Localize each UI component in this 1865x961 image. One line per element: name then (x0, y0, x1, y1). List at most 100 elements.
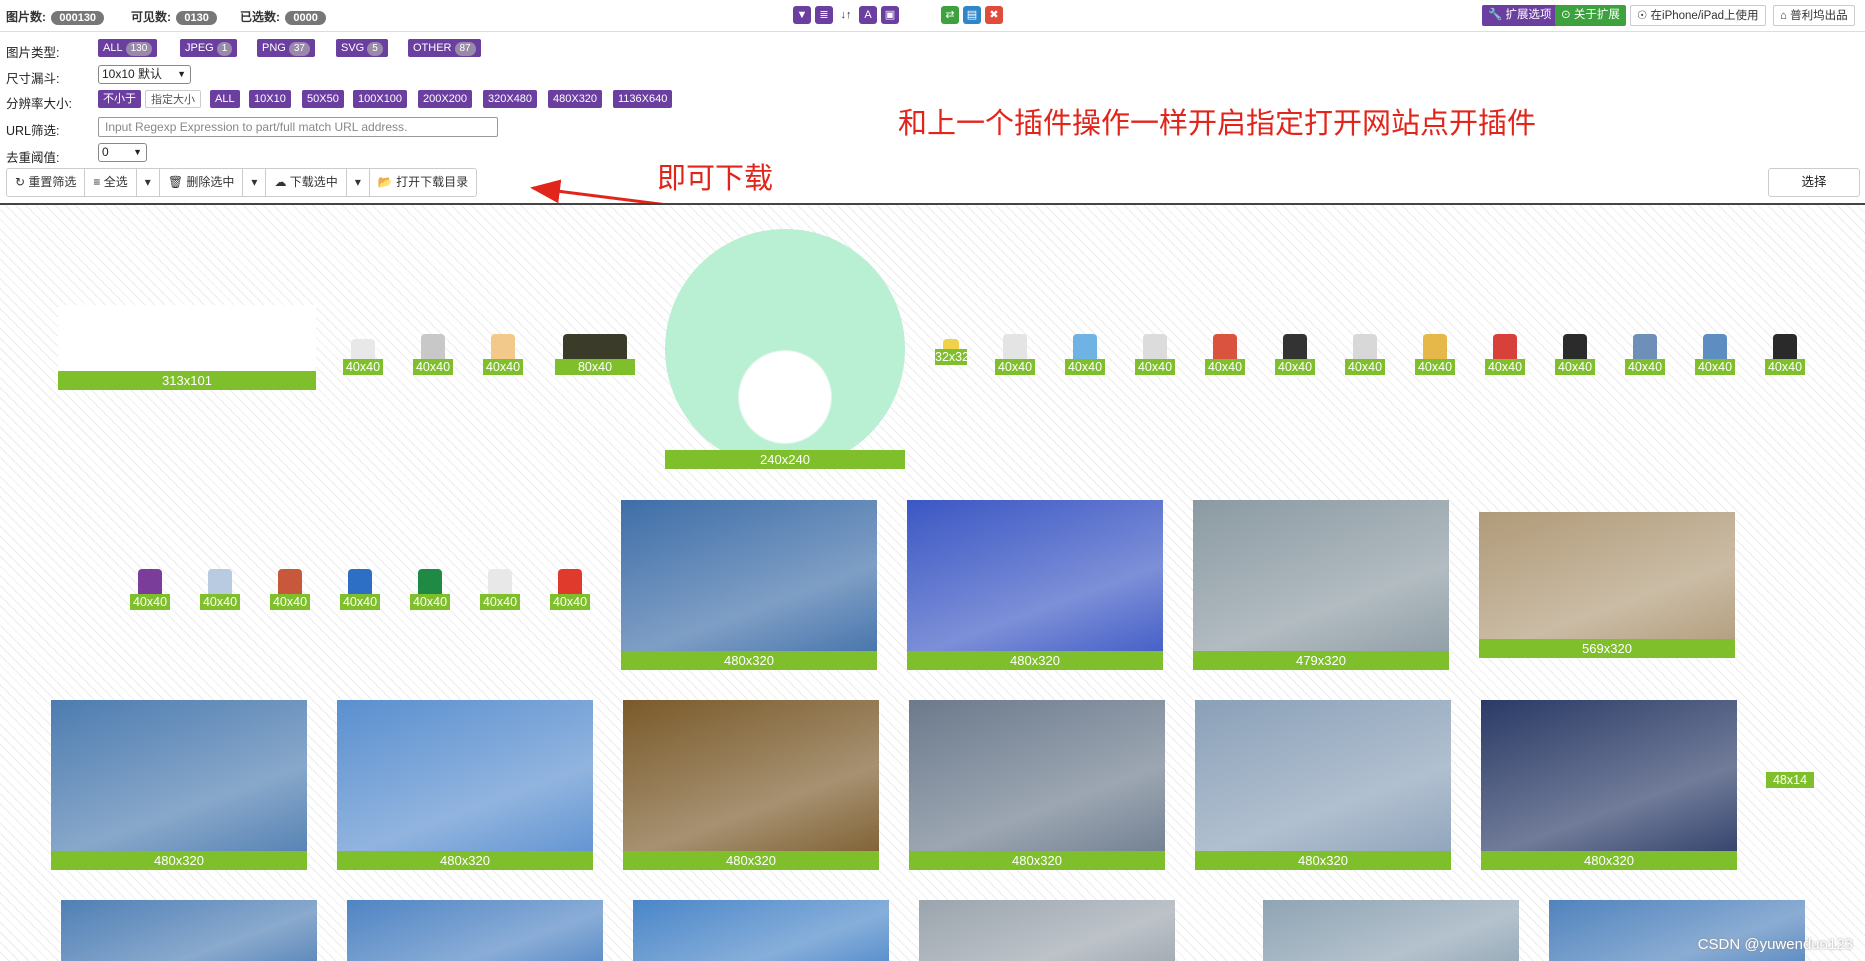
res-option-50x50[interactable]: 50X50 (302, 90, 344, 108)
swap-icon[interactable]: ⇄ (941, 6, 959, 24)
select-all-button[interactable]: ≡ 全选 (85, 169, 137, 196)
cart-icon[interactable]: 40x40 (1135, 330, 1175, 375)
landscape-icon[interactable]: 40x40 (1065, 330, 1105, 375)
clapper-icon[interactable]: 40x40 (1275, 330, 1315, 375)
res-exact-mode[interactable]: 指定大小 (145, 90, 201, 108)
fireworks-photo[interactable]: 480x320 (907, 500, 1163, 670)
word-icon[interactable]: 40x40 (340, 565, 380, 610)
bag-icon[interactable]: 40x40 (995, 330, 1035, 375)
image-size-caption: 40x40 (1555, 359, 1595, 375)
image-size-caption: 40x40 (410, 594, 450, 610)
box-icon[interactable]: 40x40 (1345, 330, 1385, 375)
res-option-320x480[interactable]: 320X480 (483, 90, 538, 108)
res-min-mode[interactable]: 不小于 (98, 90, 141, 108)
tiny-image[interactable]: 48x14 (1766, 772, 1814, 788)
list-icon[interactable]: ≣ (815, 6, 833, 24)
excel-icon[interactable]: 40x40 (410, 565, 450, 610)
dedupe-select[interactable]: 0 ▼ (98, 143, 147, 162)
building-photo-a[interactable] (61, 900, 317, 961)
qiantu-logo[interactable]: 313x101 (58, 305, 316, 390)
sort-icon[interactable]: ↓↑ (837, 6, 855, 24)
document-icon[interactable]: 40x40 (480, 565, 520, 610)
picture-icon[interactable]: ▣ (881, 6, 899, 24)
house-icon[interactable]: 40x40 (270, 565, 310, 610)
delete-selected-button[interactable]: 🗑 删除选中 (160, 169, 244, 196)
ab-icon[interactable]: 40x40 (1695, 330, 1735, 375)
res-option-200x200[interactable]: 200X200 (418, 90, 473, 108)
towers-sky-photo-image (337, 700, 593, 870)
url-filter-label: URL筛选: (6, 124, 60, 138)
watermark: CSDN @yuwenduo123 (1697, 936, 1853, 953)
download-dropdown[interactable]: ▾ (347, 169, 370, 196)
res-option-480x320[interactable]: 480X320 (548, 90, 603, 108)
res-option-100x100[interactable]: 100X100 (353, 90, 408, 108)
file-icon[interactable]: ▤ (963, 6, 981, 24)
extension-options-button[interactable]: 🔧 扩展选项 (1482, 5, 1558, 26)
giftbox-icon[interactable]: 40x40 (1485, 330, 1525, 375)
funnel-icon[interactable]: ▼ (793, 6, 811, 24)
font-icon[interactable]: A (859, 6, 877, 24)
gift-icon[interactable]: 32x32 (935, 335, 967, 365)
type-svg-chip[interactable]: SVG 5 (336, 39, 388, 57)
apple-icon[interactable]: 40x40 (550, 565, 590, 610)
guitar-icon[interactable]: 40x40 (343, 335, 383, 375)
image-size-caption: 480x320 (51, 851, 307, 870)
building-icon[interactable]: 40x40 (413, 330, 453, 375)
type-all-chip[interactable]: ALL 130 (98, 39, 158, 57)
type-png-chip[interactable]: PNG 37 (257, 39, 315, 57)
street-photo[interactable] (919, 900, 1175, 961)
author-button[interactable]: ⌂ 普利坞出品 (1773, 5, 1855, 26)
type-all-count: 130 (125, 42, 153, 56)
calculator-icon[interactable]: 40x40 (1555, 330, 1595, 375)
building-photo-b[interactable] (347, 900, 603, 961)
sunset-towers-photo[interactable]: 480x320 (909, 700, 1165, 870)
building-photo-c[interactable] (633, 900, 889, 961)
image-size-caption: 480x320 (621, 651, 877, 670)
action-toolbar: ↻ 重置筛选 ≡ 全选 ▾ 🗑 删除选中 ▾ ☁ 下载选中 ▾ 📂 打开下载目录 (6, 168, 478, 197)
download-selected-button[interactable]: ☁ 下载选中 (266, 169, 347, 196)
select-button[interactable]: 选择 (1768, 168, 1860, 197)
powerpoint-icon[interactable]: 40x40 (1205, 330, 1245, 375)
night-city-photo[interactable]: 480x320 (1481, 700, 1737, 870)
select-all-label: 全选 (103, 175, 128, 189)
res-option-10x10[interactable]: 10X10 (249, 90, 291, 108)
upgrade-badge[interactable]: 80x40 (555, 330, 635, 375)
use-on-iphone-button[interactable]: ☉ 在iPhone/iPad上使用 (1630, 5, 1766, 26)
cool-icon[interactable]: 40x40 (1625, 330, 1665, 375)
select-all-dropdown[interactable]: ▾ (137, 169, 160, 196)
card-icon[interactable]: 40x40 (200, 565, 240, 610)
skyscraper-photo[interactable]: 480x320 (621, 500, 877, 670)
open-download-folder-button[interactable]: 📂 打开下载目录 (370, 169, 476, 196)
type-jpeg-chip[interactable]: JPEG 1 (180, 39, 238, 57)
image-size-caption: 40x40 (1415, 359, 1455, 375)
image-size-caption: 40x40 (483, 359, 523, 375)
image-size-caption: 480x320 (337, 851, 593, 870)
expo-photo[interactable]: 479x320 (1193, 500, 1449, 670)
delete-dropdown[interactable]: ▾ (243, 169, 267, 196)
image-size-caption: 40x40 (1275, 359, 1315, 375)
url-filter-input[interactable]: Input Regexp Expression to part/full mat… (98, 117, 498, 137)
close-icon[interactable]: ✖ (985, 6, 1003, 24)
folder-icon[interactable]: 40x40 (483, 330, 523, 375)
size-funnel-select[interactable]: 10x10 默认 ▼ (98, 65, 191, 84)
towers-sky-photo[interactable]: 480x320 (337, 700, 593, 870)
rabbit-mascot[interactable]: 240x240 (665, 229, 905, 469)
building-photo-b-image (347, 900, 603, 961)
music-icon[interactable]: 40x40 (1765, 330, 1805, 375)
golden-water-photo[interactable]: 480x320 (623, 700, 879, 870)
city-photo[interactable]: 569x320 (1479, 512, 1735, 658)
ball-icon[interactable]: 40x40 (130, 565, 170, 610)
aerial-clouds-photo[interactable]: 480x320 (1195, 700, 1451, 870)
building-photo-a-image (61, 900, 317, 961)
type-other-chip[interactable]: OTHER 87 (408, 39, 481, 57)
frame-icon[interactable]: 40x40 (1415, 330, 1455, 375)
reset-filter-button[interactable]: ↻ 重置筛选 (7, 169, 86, 196)
res-option-1136x640[interactable]: 1136X640 (613, 90, 673, 108)
about-extension-button[interactable]: ⊙ 关于扩展 (1555, 5, 1626, 26)
aerial-photo[interactable] (1263, 900, 1519, 961)
glass-tower-photo[interactable]: 480x320 (51, 700, 307, 870)
aerial-clouds-photo-image (1195, 700, 1451, 870)
image-size-caption: 40x40 (1205, 359, 1245, 375)
expo-photo-image (1193, 500, 1449, 670)
res-option-all[interactable]: ALL (210, 90, 240, 108)
